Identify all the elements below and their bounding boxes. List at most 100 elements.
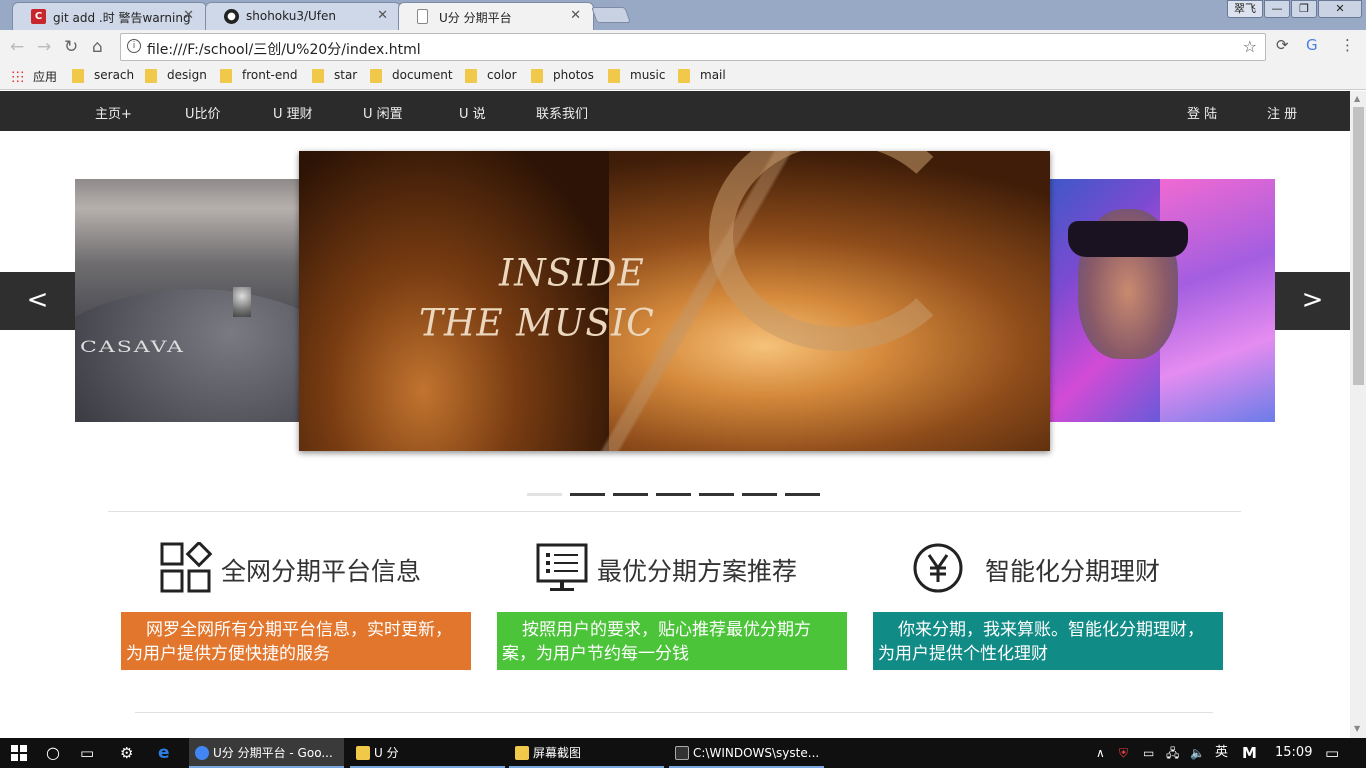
browser-tab-strip: C git add .时 警告warning ✕ ● shohoku3/Ufen… [0,0,1366,31]
bookmarks-bar: 应用 serach design front-end star document… [0,64,1366,90]
bookmark-item[interactable]: star [312,68,357,83]
sync-extension-icon[interactable]: ⟳ [1276,36,1289,54]
carousel-slide-next[interactable] [1050,179,1275,422]
nav-contact[interactable]: 联系我们 [536,103,588,122]
ime-indicator[interactable]: 英 [1215,738,1228,768]
notifications-icon[interactable]: ▭ [1325,738,1339,768]
browser-tab-2[interactable]: U分 分期平台 ✕ [398,2,594,31]
close-icon[interactable]: ✕ [570,8,581,23]
carousel-dot[interactable] [527,493,562,496]
scroll-up-icon[interactable]: ▲ [1354,94,1360,103]
tab-title: U分 分期平台 [439,11,512,25]
divider [108,511,1241,512]
apps-grid-icon [11,70,24,83]
carousel-dot[interactable] [699,493,734,496]
bookmark-item[interactable]: photos [531,68,594,83]
taskbar-app-chrome[interactable]: U分 分期平台 - Goo... [189,738,344,768]
close-icon[interactable]: ✕ [377,8,388,23]
reload-icon[interactable]: ↻ [64,37,78,57]
register-link[interactable]: 注 册 [1267,103,1297,122]
bookmark-item[interactable]: serach [72,68,134,83]
address-bar[interactable]: i file:///F:/school/三创/U%20分/index.html … [120,33,1266,61]
folder-icon [145,69,157,83]
folder-icon [312,69,324,83]
battery-icon[interactable]: ▭ [1143,738,1154,768]
window-controls: 翠飞 — ❐ ✕ [1227,0,1362,18]
nav-idle[interactable]: U 闲置 [363,103,403,122]
browser-tab-0[interactable]: C git add .时 警告warning ✕ [12,2,207,30]
new-tab-button[interactable] [591,7,631,23]
folder-icon [678,69,690,83]
feature-title: 全网分期平台信息 [221,557,422,586]
carousel-indicators [527,493,820,496]
menu-icon[interactable]: ⋮ [1340,36,1355,54]
folder-icon [356,746,370,760]
folder-icon [370,69,382,83]
bookmark-apps[interactable]: 应用 [11,68,57,85]
carousel-slide-active[interactable]: INSIDE THE MUSIC [299,151,1050,451]
edge-icon[interactable]: e [158,738,170,768]
translate-extension-icon[interactable]: G [1306,36,1318,54]
url-text[interactable]: file:///F:/school/三创/U%20分/index.html [147,42,421,58]
close-window-icon[interactable]: ✕ [1318,0,1362,18]
yen-circle-icon [913,543,963,593]
bookmark-item[interactable]: design [145,68,207,83]
bookmark-item[interactable]: document [370,68,453,83]
windows-start-icon[interactable] [11,745,27,761]
site-navbar: 主页+ U比价 U 理财 U 闲置 U 说 联系我们 登 陆 注 册 [0,91,1350,131]
back-icon[interactable]: ← [10,37,24,57]
slide-caption-line2: THE MUSIC [419,301,655,346]
feature-platform-info: 全网分期平台信息 [160,540,460,596]
login-link[interactable]: 登 陆 [1187,103,1217,122]
restore-icon[interactable]: ❐ [1291,0,1317,18]
page-scrollbar[interactable]: ▲ ▼ [1350,91,1366,738]
carousel-slide-prev[interactable]: CASAVA [75,179,299,422]
cmd-icon [675,746,689,760]
slide-caption-line1: INSIDE [499,251,645,296]
browser-tab-1[interactable]: ● shohoku3/Ufen ✕ [205,2,401,30]
feature-desc-box: 网罗全网所有分期平台信息，实时更新，为用户提供方便快捷的服务 [121,612,471,670]
scrollbar-thumb[interactable] [1353,107,1364,385]
taskbar-app-folder[interactable]: 屏幕截图 [509,738,664,768]
ime-mode-icon[interactable]: M [1242,738,1257,768]
bookmark-item[interactable]: mail [678,68,726,83]
nav-home[interactable]: 主页+ [95,103,132,122]
carousel-next-button[interactable]: > [1275,272,1350,330]
carousel-dot[interactable] [613,493,648,496]
tab-title: git add .时 警告warning [53,11,191,25]
settings-icon[interactable]: ⚙ [120,738,133,768]
scroll-down-icon[interactable]: ▼ [1354,724,1360,733]
page-icon [417,9,428,24]
forward-icon[interactable]: → [37,37,51,57]
profile-name[interactable]: 翠飞 [1227,0,1263,18]
carousel-prev-button[interactable]: < [0,272,75,330]
bookmark-item[interactable]: front-end [220,68,297,83]
feature-desc-box: 你来分期，我来算账。智能化分期理财，为用户提供个性化理财 [873,612,1223,670]
carousel-dot[interactable] [656,493,691,496]
nav-talk[interactable]: U 说 [459,103,486,122]
minimize-icon[interactable]: — [1264,0,1290,18]
nav-finance[interactable]: U 理财 [273,103,313,122]
nav-price-compare[interactable]: U比价 [185,103,221,122]
security-shield-icon[interactable]: ⛨ [1119,738,1128,768]
carousel-dot[interactable] [742,493,777,496]
network-icon[interactable]: 🖧 [1166,738,1179,768]
feature-plan-recommend: 最优分期方案推荐 [536,540,836,596]
bookmark-item[interactable]: color [465,68,517,83]
clock[interactable]: 15:09 [1275,738,1312,768]
close-icon[interactable]: ✕ [183,8,194,23]
folder-icon [465,69,477,83]
carousel-dot[interactable] [570,493,605,496]
bookmark-item[interactable]: music [608,68,665,83]
csdn-icon: C [31,9,46,24]
task-view-icon[interactable]: ▭ [80,738,94,768]
chevron-up-icon[interactable]: ∧ [1096,738,1105,768]
home-icon[interactable]: ⌂ [92,37,103,57]
carousel-dot[interactable] [785,493,820,496]
info-icon[interactable]: i [127,39,141,53]
volume-icon[interactable]: 🔈 [1190,738,1205,768]
taskbar-app-folder[interactable]: U 分 [350,738,505,768]
bookmark-star-icon[interactable]: ☆ [1243,37,1257,56]
search-circle-icon[interactable]: ○ [46,738,60,768]
taskbar-app-cmd[interactable]: C:\WINDOWS\syste... [669,738,824,768]
